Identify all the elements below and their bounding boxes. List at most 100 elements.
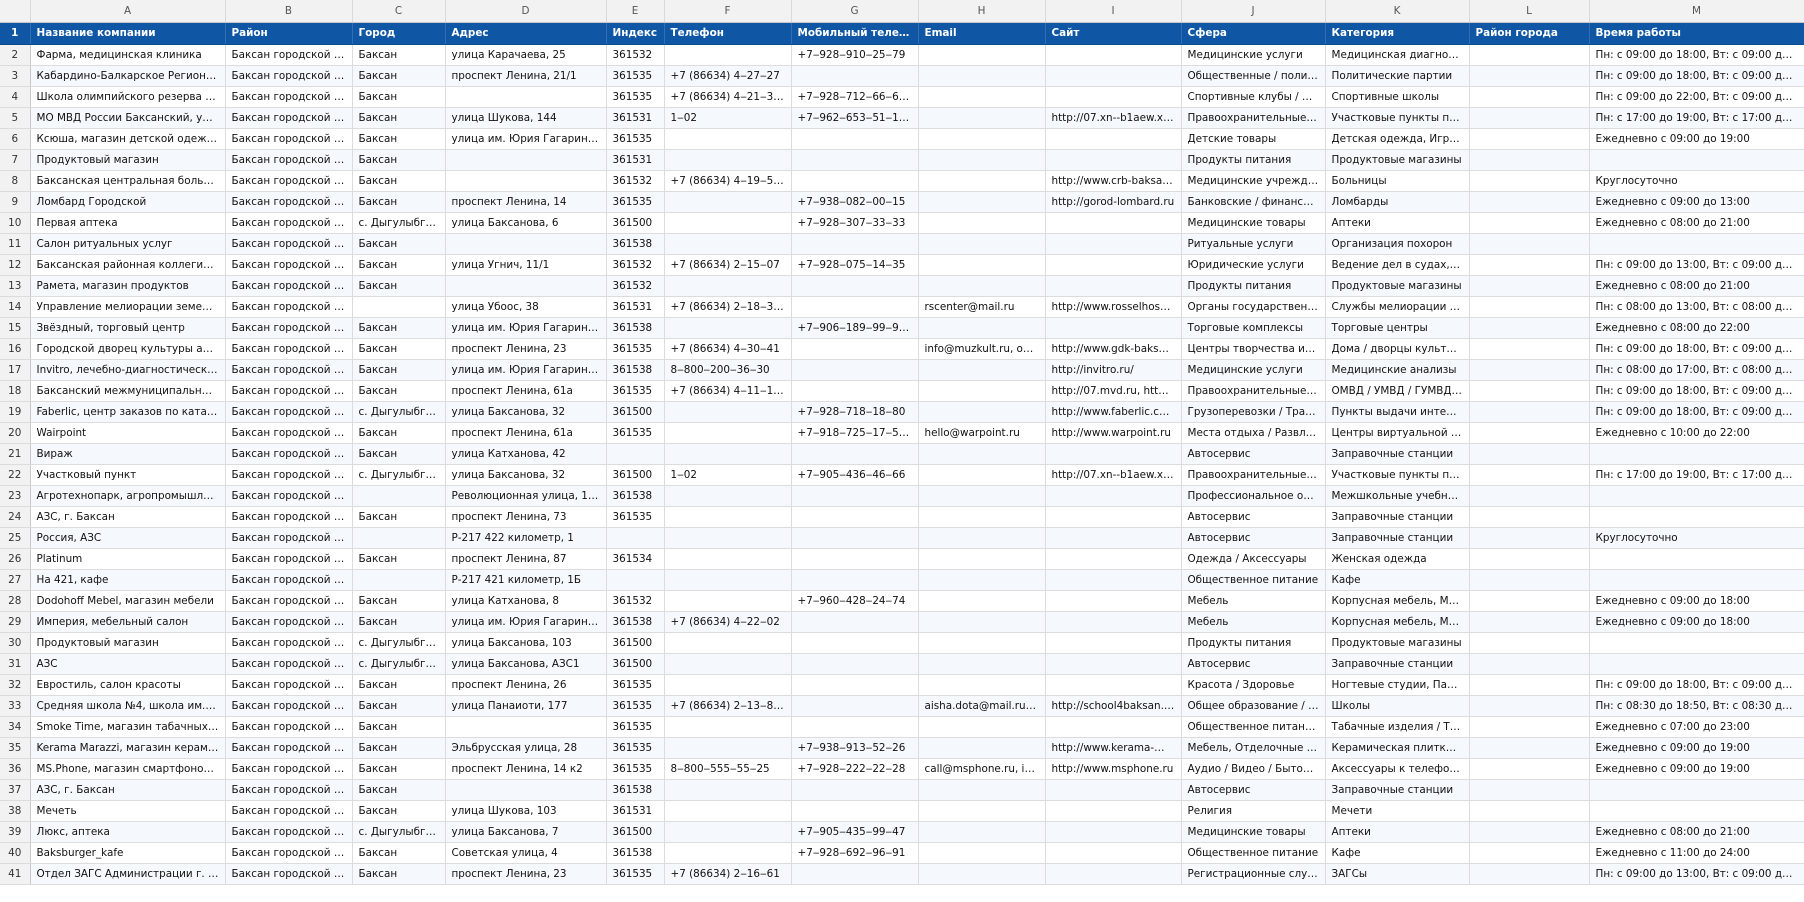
row-number[interactable]: 9 bbox=[0, 191, 31, 213]
cell-sphere[interactable]: Религия bbox=[1181, 800, 1326, 822]
cell-zip[interactable]: 361500 bbox=[606, 632, 665, 654]
cell-city-district[interactable] bbox=[1469, 800, 1590, 822]
cell-site[interactable] bbox=[1045, 632, 1182, 654]
cell-city-district[interactable] bbox=[1469, 233, 1590, 255]
cell-email[interactable] bbox=[918, 674, 1046, 696]
cell-mobile[interactable] bbox=[791, 632, 919, 654]
cell-address[interactable]: улица Баксанова, 103 bbox=[445, 632, 607, 654]
cell-district[interactable]: Баксан городской округ bbox=[225, 275, 353, 297]
cell-sphere[interactable]: Автосервис bbox=[1181, 779, 1326, 801]
cell-district[interactable]: Баксан городской округ bbox=[225, 170, 353, 192]
cell-category[interactable]: ОМВД / УМВД / ГУМВД / ... bbox=[1325, 380, 1470, 402]
cell-hours[interactable]: Пн: с 09:00 до 18:00, Вт: с 09:00 до 18:… bbox=[1589, 44, 1804, 66]
cell-hours[interactable]: Пн: с 09:00 до 18:00, Вт: с 09:00 до 18:… bbox=[1589, 674, 1804, 696]
cell-sphere[interactable]: Одежда / Аксессуары bbox=[1181, 548, 1326, 570]
cell-company[interactable]: Wairpoint bbox=[30, 422, 226, 444]
cell-city[interactable]: с. Дыгулыбгей bbox=[352, 821, 446, 843]
cell-email[interactable] bbox=[918, 464, 1046, 486]
cell-site[interactable]: http://www.warpoint.ru bbox=[1045, 422, 1182, 444]
cell-sphere[interactable]: Банковские / финансовые ... bbox=[1181, 191, 1326, 213]
cell-mobile[interactable] bbox=[791, 800, 919, 822]
cell-site[interactable] bbox=[1045, 128, 1182, 150]
cell-category[interactable]: Продуктовые магазины bbox=[1325, 275, 1470, 297]
row-number[interactable]: 29 bbox=[0, 611, 31, 633]
cell-category[interactable]: Организация похорон bbox=[1325, 233, 1470, 255]
cell-zip[interactable]: 361500 bbox=[606, 401, 665, 423]
cell-zip[interactable]: 361532 bbox=[606, 590, 665, 612]
cell-address[interactable]: Р-217 422 километр, 1 bbox=[445, 527, 607, 549]
cell-city-district[interactable] bbox=[1469, 191, 1590, 213]
cell-site[interactable] bbox=[1045, 527, 1182, 549]
cell-city[interactable]: Баксан bbox=[352, 590, 446, 612]
cell-site[interactable] bbox=[1045, 569, 1182, 591]
cell-phone[interactable]: +7 (86634) 2‒16‒61 bbox=[664, 863, 792, 885]
cell-city-district[interactable] bbox=[1469, 632, 1590, 654]
cell-sphere[interactable]: Автосервис bbox=[1181, 443, 1326, 465]
cell-category[interactable]: Ведение дел в судах, Услуг... bbox=[1325, 254, 1470, 276]
cell-sphere[interactable]: Ритуальные услуги bbox=[1181, 233, 1326, 255]
cell-city-district[interactable] bbox=[1469, 212, 1590, 234]
cell-company[interactable]: Мечеть bbox=[30, 800, 226, 822]
cell-district[interactable]: Баксан городской округ bbox=[225, 695, 353, 717]
cell-company[interactable]: Городской дворец культуры админис... bbox=[30, 338, 226, 360]
cell-zip[interactable]: 361531 bbox=[606, 149, 665, 171]
cell-city[interactable]: Баксан bbox=[352, 149, 446, 171]
cell-sphere[interactable]: Автосервис bbox=[1181, 653, 1326, 675]
cell-phone[interactable] bbox=[664, 800, 792, 822]
cell-phone[interactable] bbox=[664, 443, 792, 465]
cell-site[interactable]: http://www.gdk-baksan.k... bbox=[1045, 338, 1182, 360]
cell-email[interactable] bbox=[918, 170, 1046, 192]
cell-zip[interactable]: 361538 bbox=[606, 842, 665, 864]
row-number[interactable]: 2 bbox=[0, 44, 31, 66]
cell-city-district[interactable] bbox=[1469, 653, 1590, 675]
cell-district[interactable]: Баксан городской округ bbox=[225, 737, 353, 759]
cell-site[interactable]: http://www.kerama-maraz... bbox=[1045, 737, 1182, 759]
cell-city-district[interactable] bbox=[1469, 128, 1590, 150]
cell-email[interactable] bbox=[918, 380, 1046, 402]
cell-email[interactable] bbox=[918, 863, 1046, 885]
cell-hours[interactable] bbox=[1589, 233, 1804, 255]
cell-email[interactable] bbox=[918, 590, 1046, 612]
cell-zip[interactable]: 361500 bbox=[606, 821, 665, 843]
cell-zip[interactable]: 361535 bbox=[606, 695, 665, 717]
cell-hours[interactable]: Пн: с 08:00 до 13:00, Вт: с 08:00 до 13:… bbox=[1589, 296, 1804, 318]
cell-category[interactable]: Корпусная мебель, Мебел... bbox=[1325, 590, 1470, 612]
cell-site[interactable] bbox=[1045, 611, 1182, 633]
cell-city[interactable]: Баксан bbox=[352, 443, 446, 465]
cell-mobile[interactable] bbox=[791, 506, 919, 528]
cell-site[interactable] bbox=[1045, 149, 1182, 171]
row-number[interactable]: 33 bbox=[0, 695, 31, 717]
cell-category[interactable]: Продуктовые магазины bbox=[1325, 149, 1470, 171]
cell-zip[interactable]: 361534 bbox=[606, 548, 665, 570]
cell-site[interactable] bbox=[1045, 485, 1182, 507]
header-cell-city-district[interactable]: Район города bbox=[1469, 22, 1590, 45]
cell-district[interactable]: Баксан городской округ bbox=[225, 128, 353, 150]
cell-site[interactable] bbox=[1045, 779, 1182, 801]
cell-address[interactable]: Р-217 421 километр, 1Б bbox=[445, 569, 607, 591]
cell-company[interactable]: АЗС, г. Баксан bbox=[30, 779, 226, 801]
cell-zip[interactable] bbox=[606, 569, 665, 591]
cell-zip[interactable]: 361538 bbox=[606, 779, 665, 801]
cell-zip[interactable]: 361538 bbox=[606, 359, 665, 381]
cell-mobile[interactable] bbox=[791, 338, 919, 360]
column-header-f[interactable]: F bbox=[664, 0, 792, 23]
cell-hours[interactable]: Пн: с 17:00 до 19:00, Вт: с 17:00 до 19:… bbox=[1589, 107, 1804, 129]
cell-email[interactable] bbox=[918, 359, 1046, 381]
cell-email[interactable] bbox=[918, 212, 1046, 234]
cell-city-district[interactable] bbox=[1469, 863, 1590, 885]
cell-email[interactable] bbox=[918, 233, 1046, 255]
cell-district[interactable]: Баксан городской округ bbox=[225, 401, 353, 423]
cell-email[interactable] bbox=[918, 128, 1046, 150]
cell-zip[interactable]: 361535 bbox=[606, 758, 665, 780]
cell-site[interactable] bbox=[1045, 674, 1182, 696]
cell-company[interactable]: Люкс, аптека bbox=[30, 821, 226, 843]
cell-email[interactable]: aisha.dota@mail.ru, doy... bbox=[918, 695, 1046, 717]
cell-city[interactable]: Баксан bbox=[352, 170, 446, 192]
cell-sphere[interactable]: Продукты питания bbox=[1181, 632, 1326, 654]
cell-site[interactable] bbox=[1045, 548, 1182, 570]
cell-category[interactable]: Заправочные станции bbox=[1325, 527, 1470, 549]
row-number[interactable]: 12 bbox=[0, 254, 31, 276]
cell-phone[interactable] bbox=[664, 737, 792, 759]
cell-city-district[interactable] bbox=[1469, 359, 1590, 381]
cell-city[interactable]: Баксан bbox=[352, 548, 446, 570]
